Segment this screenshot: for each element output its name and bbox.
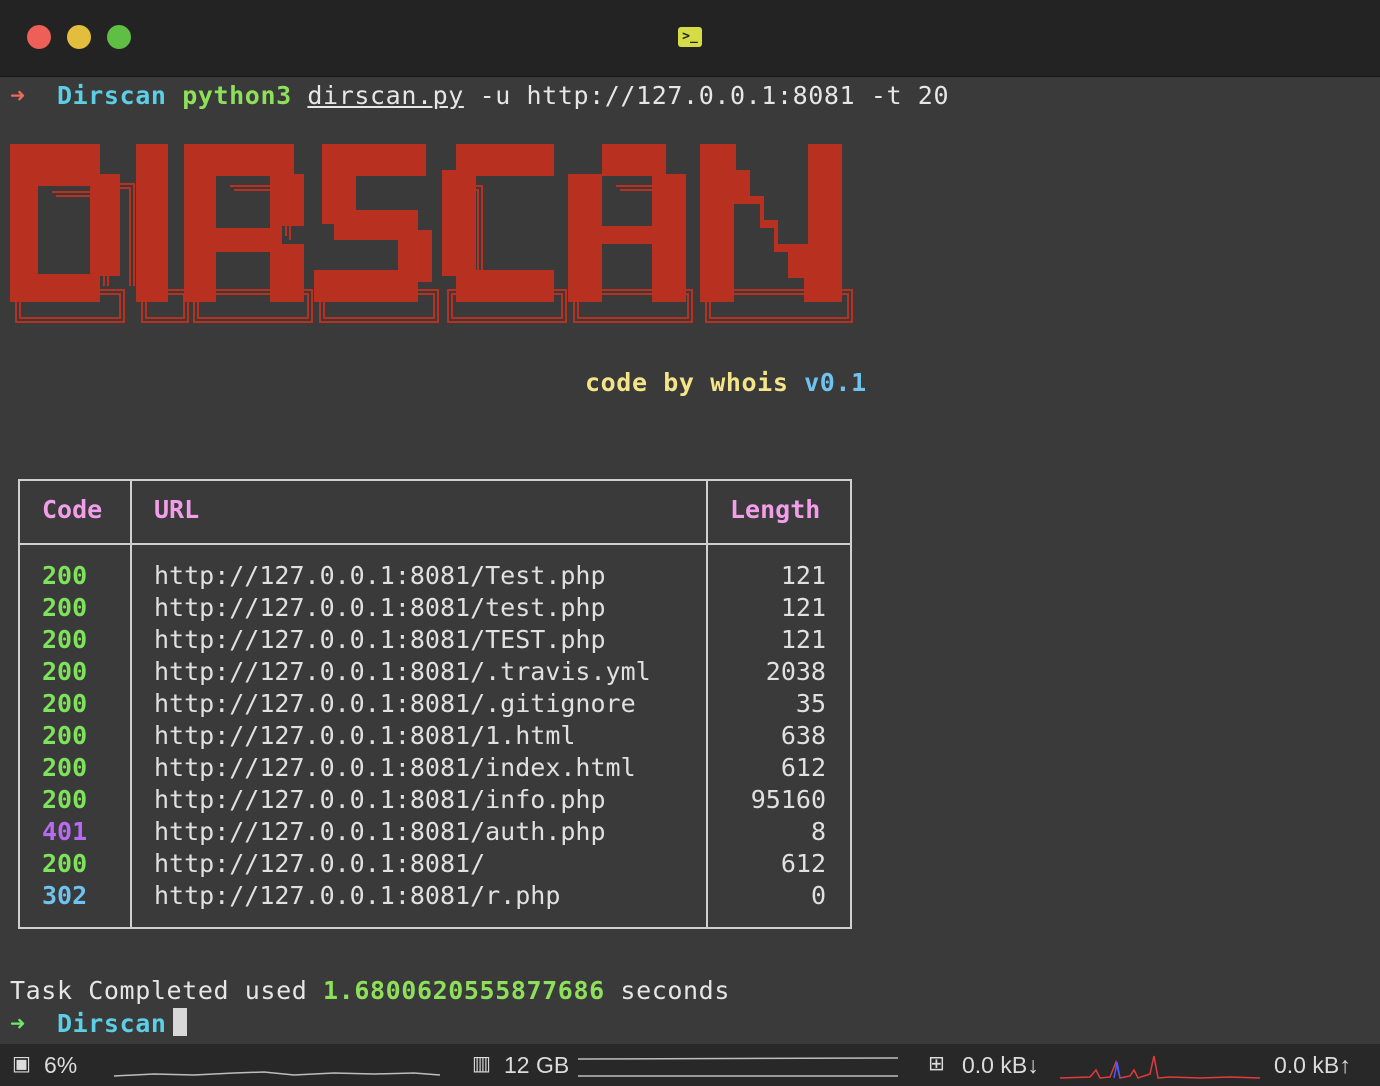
command-name: python3 (182, 81, 292, 110)
table-row: 200 http://127.0.0.1:8081/.travis.yml 2038 (20, 657, 850, 689)
row-length: 8 (810, 817, 826, 846)
status-code: 200 (42, 561, 88, 590)
row-length: 95160 (750, 785, 826, 814)
table-row: 200 http://127.0.0.1:8081/1.html 638 (20, 721, 850, 753)
status-bar: ▣ 6% ▥ 12 GB ⊞ 0.0 kB↓ 0.0 kB↑ (0, 1044, 1380, 1086)
title-bar: >_ (0, 0, 1380, 77)
row-length: 121 (780, 625, 826, 654)
status-code: 200 (42, 625, 88, 654)
row-url: http://127.0.0.1:8081/auth.php (154, 817, 606, 846)
table-row: 200 http://127.0.0.1:8081/test.php 121 (20, 593, 850, 625)
network-download: 0.0 kB↓ (962, 1052, 1039, 1078)
status-code: 200 (42, 593, 88, 622)
prompt-directory: Dirscan (56, 1009, 167, 1038)
zoom-button[interactable] (107, 25, 131, 49)
status-code: 401 (42, 817, 88, 846)
minimize-button[interactable] (67, 25, 91, 49)
row-length: 121 (780, 593, 826, 622)
table-row: 302 http://127.0.0.1:8081/r.php 0 (20, 881, 850, 913)
row-length: 35 (795, 689, 826, 718)
prompt-arrow: ➜ (10, 1009, 26, 1038)
row-url: http://127.0.0.1:8081/1.html (154, 721, 576, 750)
table-body: 200 http://127.0.0.1:8081/Test.php 121 200… (20, 561, 850, 913)
row-length: 121 (780, 561, 826, 590)
dirscan-banner (8, 140, 868, 330)
table-row: 200 http://127.0.0.1:8081/TEST.php 121 (20, 625, 850, 657)
terminal-icon: >_ (678, 27, 702, 47)
completion-prefix: Task Completed used (10, 976, 308, 1005)
status-code: 200 (42, 785, 88, 814)
header-code: Code (42, 495, 103, 524)
row-url: http://127.0.0.1:8081/.travis.yml (154, 657, 651, 686)
elapsed-seconds: 1.6800620555877686 (323, 976, 605, 1005)
header-url: URL (154, 495, 200, 524)
network-sparkline (1060, 1055, 1261, 1079)
network-icon: ⊞ (928, 1051, 945, 1075)
memory-usage: 12 GB (504, 1052, 570, 1078)
status-code: 200 (42, 721, 88, 750)
row-url: http://127.0.0.1:8081/Test.php (154, 561, 606, 590)
prompt-line[interactable]: ➜ Dirscan (10, 1008, 187, 1038)
row-url: http://127.0.0.1:8081/.gitignore (154, 689, 636, 718)
table-row: 200 http://127.0.0.1:8081/Test.php 121 (20, 561, 850, 593)
completion-suffix: seconds (620, 976, 730, 1005)
header-length: Length (730, 495, 821, 524)
table-row: 200 http://127.0.0.1:8081/info.php 95160 (20, 785, 850, 817)
text-cursor (172, 1008, 187, 1036)
command-args: -u http://127.0.0.1:8081 -t 20 (463, 81, 950, 110)
completion-line: Task Completed used 1.6800620555877686 s… (10, 976, 730, 1005)
prompt-arrow: ➜ (10, 81, 26, 110)
memory-icon: ▥ (472, 1051, 491, 1075)
status-code: 200 (42, 657, 88, 686)
prompt-directory: Dirscan (56, 81, 167, 110)
credit-line: code by whois v0.1 (585, 368, 867, 397)
row-url: http://127.0.0.1:8081/TEST.php (154, 625, 606, 654)
row-length: 612 (780, 753, 826, 782)
row-length: 638 (780, 721, 826, 750)
row-url: http://127.0.0.1:8081/index.html (154, 753, 636, 782)
banner-art (10, 144, 853, 323)
header-separator (20, 543, 850, 548)
table-row: 401 http://127.0.0.1:8081/auth.php 8 (20, 817, 850, 849)
credit-text: code by whois (585, 368, 789, 397)
cpu-icon: ▣ (12, 1051, 31, 1075)
row-length: 0 (810, 881, 826, 910)
network-upload: 0.0 kB↑ (1274, 1052, 1351, 1078)
table-row: 200 http://127.0.0.1:8081/.gitignore 35 (20, 689, 850, 721)
status-code: 200 (42, 849, 88, 878)
row-url: http://127.0.0.1:8081/r.php (154, 881, 561, 910)
close-button[interactable] (27, 25, 51, 49)
row-url: http://127.0.0.1:8081/test.php (154, 593, 606, 622)
cpu-usage: 6% (44, 1052, 78, 1078)
memory-sparkline (578, 1057, 899, 1077)
table-row: 200 http://127.0.0.1:8081/612 (20, 849, 850, 881)
status-code: 200 (42, 753, 88, 782)
row-url: http://127.0.0.1:8081/info.php (154, 785, 606, 814)
version-label: v0.1 (804, 368, 867, 397)
status-code: 200 (42, 689, 88, 718)
command-line: ➜ Dirscan python3 dirscan.py -u http://1… (10, 81, 949, 110)
status-code: 302 (42, 881, 88, 910)
script-name: dirscan.py (307, 81, 464, 110)
row-url: http://127.0.0.1:8081/ (154, 849, 486, 878)
results-table: Code URL Length 200 http://127.0.0.1:8081… (18, 479, 852, 929)
table-row: 200 http://127.0.0.1:8081/index.html 612 (20, 753, 850, 785)
row-length: 2038 (765, 657, 826, 686)
row-length: 612 (780, 849, 826, 878)
cpu-sparkline (114, 1071, 441, 1077)
